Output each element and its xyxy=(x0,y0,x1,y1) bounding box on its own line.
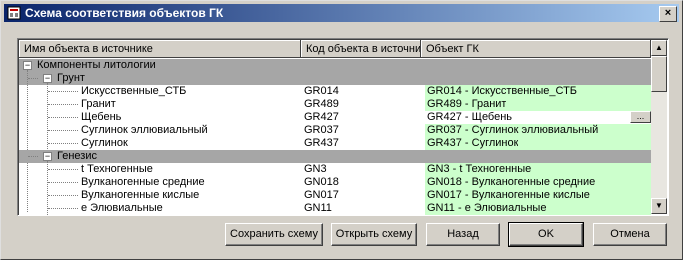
scroll-up-button[interactable]: ▲ xyxy=(651,40,667,56)
source-code: GN3 xyxy=(304,163,327,175)
collapse-icon[interactable]: − xyxy=(23,61,32,70)
collapse-icon[interactable]: − xyxy=(43,152,52,161)
vertical-scrollbar[interactable]: ▲ ▼ xyxy=(651,40,667,214)
list-item[interactable]: Вулканогенные кислые xyxy=(81,189,199,202)
source-code: GR037 xyxy=(304,124,339,136)
list-item[interactable]: t Техногенные xyxy=(81,163,153,176)
gk-object-value: GR037 - Суглинок эллювиальный xyxy=(427,124,599,136)
list-item[interactable]: Суглинок xyxy=(81,137,128,150)
list-item[interactable]: Гранит xyxy=(81,98,116,111)
list-item[interactable]: е Элювиальные xyxy=(81,202,163,215)
group-row-band xyxy=(19,72,651,85)
list-item[interactable]: Вулканогенные средние xyxy=(81,176,205,189)
column-header-gk-object[interactable]: Объект ГК xyxy=(421,40,651,58)
scroll-thumb[interactable] xyxy=(651,56,667,92)
tree-line xyxy=(27,70,28,212)
scroll-down-button[interactable]: ▼ xyxy=(651,198,667,214)
tree-line xyxy=(28,78,38,79)
gk-object-value: GN018 - Вулканогенные средние xyxy=(427,176,596,188)
source-code: GN017 xyxy=(304,189,339,201)
column-header-source-name[interactable]: Имя объекта в источнике xyxy=(19,40,301,58)
source-code: GN018 xyxy=(304,176,339,188)
source-code: GR489 xyxy=(304,98,339,110)
source-code: GR437 xyxy=(304,137,339,149)
gk-object-value: GN3 - t Техногенные xyxy=(427,163,532,175)
gk-object-value: GR489 - Гранит xyxy=(427,98,507,110)
tree-line xyxy=(48,143,78,144)
gk-object-value: GR014 - Искусственные_СТБ xyxy=(427,85,578,97)
open-schema-button[interactable]: Открыть схему xyxy=(331,223,417,246)
tree-line xyxy=(48,130,78,131)
window-title: Схема соответствия объектов ГК xyxy=(25,6,224,20)
column-header-source-code[interactable]: Код объекта в источни xyxy=(301,40,421,58)
cancel-button[interactable]: Отмена xyxy=(593,223,667,246)
gk-object-value: GR427 - Щебень xyxy=(427,111,513,123)
list-item[interactable]: Искусственные_СТБ xyxy=(81,85,186,98)
source-code: GR014 xyxy=(304,85,339,97)
list-item[interactable]: Суглинок эллювиальный xyxy=(81,124,208,137)
window-app-icon xyxy=(7,6,21,20)
close-button[interactable]: × xyxy=(659,6,677,22)
group-row-label[interactable]: Компоненты литологии xyxy=(37,59,156,72)
mapping-grid[interactable]: Имя объекта в источнике Код объекта в ис… xyxy=(17,38,669,216)
close-icon: × xyxy=(664,7,672,19)
tree-line xyxy=(48,182,78,183)
dialog-window: Схема соответствия объектов ГК × Имя объ… xyxy=(0,0,683,260)
title-bar[interactable]: Схема соответствия объектов ГК × xyxy=(4,4,679,22)
tree-line xyxy=(48,104,78,105)
arrow-down-icon: ▼ xyxy=(655,201,663,210)
source-code: GN11 xyxy=(304,202,332,214)
tree-line xyxy=(48,91,78,92)
gk-object-value: GR437 - Суглинок xyxy=(427,137,519,149)
save-schema-button[interactable]: Сохранить схему xyxy=(225,223,323,246)
back-button[interactable]: Назад xyxy=(426,223,500,246)
group-row-label[interactable]: Генезис xyxy=(57,150,97,163)
arrow-up-icon: ▲ xyxy=(655,43,663,52)
ellipsis-icon: ... xyxy=(636,111,645,121)
source-code: GR427 xyxy=(304,111,339,123)
tree-line xyxy=(47,83,48,149)
tree-line xyxy=(48,208,78,209)
tree-line xyxy=(48,117,78,118)
tree-line xyxy=(28,156,38,157)
browse-button[interactable]: ... xyxy=(630,111,651,123)
tree-line xyxy=(48,195,78,196)
gk-object-value: GN11 - е Элювиальные xyxy=(427,202,547,214)
ok-button[interactable]: OK xyxy=(508,222,584,247)
collapse-icon[interactable]: − xyxy=(43,74,52,83)
group-row-band xyxy=(19,150,651,163)
tree-line xyxy=(48,169,78,170)
gk-object-value: GN017 - Вулканогенные кислые xyxy=(427,189,590,201)
list-item[interactable]: Щебень xyxy=(81,111,121,124)
group-row-label[interactable]: Грунт xyxy=(57,72,85,85)
